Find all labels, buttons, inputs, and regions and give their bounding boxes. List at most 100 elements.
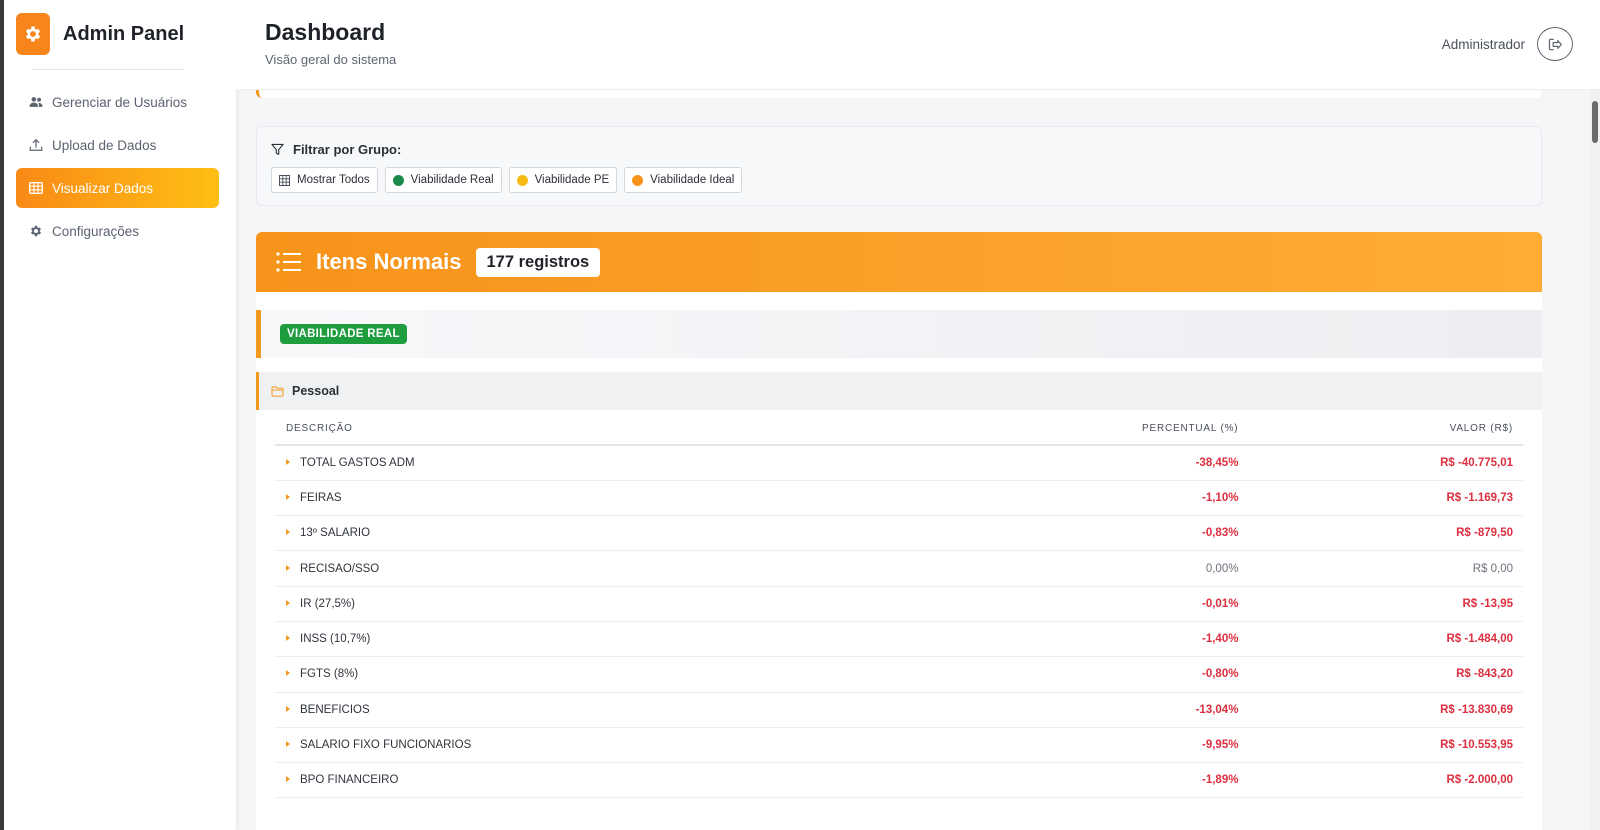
logout-button[interactable]	[1537, 27, 1573, 61]
row-value: R$ 0,00	[1248, 550, 1523, 587]
filter-viabilidade-ideal-button[interactable]: Viabilidade Ideal	[624, 167, 743, 193]
filter-viabilidade-pe-button[interactable]: Viabilidade PE	[508, 167, 618, 193]
column-header-percent[interactable]: PERCENTUAL (%)	[1036, 412, 1249, 446]
items-title: Itens Normais	[316, 249, 462, 274]
user-name: Administrador	[1441, 37, 1525, 52]
filter-viabilidade-real-button[interactable]: Viabilidade Real	[384, 167, 502, 193]
column-header-value[interactable]: VALOR (R$)	[1248, 412, 1523, 446]
row-description: IR (27,5%)	[300, 597, 355, 610]
table-row[interactable]: TOTAL GASTOS ADM -38,45% R$ -40.775,01	[275, 445, 1523, 481]
page-title: Dashboard	[265, 19, 386, 45]
users-icon	[28, 94, 44, 110]
grid-icon	[279, 174, 290, 186]
expand-arrow-icon[interactable]	[286, 493, 290, 500]
items-card: Itens Normais 177 registros VIABILIDADE …	[256, 232, 1542, 830]
filter-button-label: Viabilidade Ideal	[650, 174, 735, 186]
filter-button-label: Viabilidade PE	[534, 174, 610, 186]
row-description: FEIRAS	[300, 491, 342, 504]
brand: Admin Panel	[16, 13, 184, 55]
filter-button-label: Viabilidade Real	[410, 174, 494, 186]
expand-arrow-icon[interactable]	[286, 458, 290, 465]
group-header[interactable]: VIABILIDADE REAL	[256, 310, 1542, 358]
app-title: Admin Panel	[63, 22, 185, 45]
table-row[interactable]: FGTS (8%) -0,80% R$ -843,20	[275, 656, 1523, 693]
table-row[interactable]: SALARIO FIXO FUNCIONARIOS -9,95% R$ -10.55…	[275, 727, 1523, 764]
row-description: 13º SALARIO	[300, 527, 371, 540]
row-percent: -0,01%	[1036, 586, 1249, 622]
filter-card: Filtrar por Grupo: Mostrar Todos Viabili…	[256, 126, 1542, 206]
sidebar-item-label: Upload de Dados	[52, 137, 157, 153]
expand-arrow-icon[interactable]	[286, 776, 290, 783]
sidebar-item-users[interactable]: Gerenciar de Usuários	[16, 82, 219, 122]
row-value: R$ -10.553,95	[1248, 727, 1523, 764]
row-percent: 0,00%	[1036, 550, 1249, 587]
table-row[interactable]: BPO FINANCEIRO -1,89% R$ -2.000,00	[275, 762, 1523, 799]
expand-arrow-icon[interactable]	[286, 635, 290, 642]
expand-arrow-icon[interactable]	[286, 529, 290, 536]
row-percent: -38,45%	[1036, 445, 1249, 481]
table-row[interactable]: BENEFICIOS -13,04% R$ -13.830,69	[275, 692, 1523, 728]
filter-label: Filtrar por Grupo:	[271, 142, 401, 157]
sidebar-item-label: Configurações	[52, 223, 140, 239]
app-frame: Admin Panel Gerenciar de Usuários Upload…	[4, 0, 1600, 830]
green-dot-icon	[392, 174, 404, 186]
row-description-cell: RECISAO/SSO	[275, 550, 1037, 587]
filter-show-all-button[interactable]: Mostrar Todos	[271, 167, 378, 193]
row-percent: -13,04%	[1036, 692, 1249, 728]
column-header-description[interactable]: DESCRIÇÃO	[275, 412, 1037, 446]
filter-button-label: Mostrar Todos	[297, 174, 370, 186]
table-row[interactable]: RECISAO/SSO 0,00% R$ 0,00	[275, 550, 1523, 587]
sidebar: Admin Panel Gerenciar de Usuários Upload…	[4, 0, 236, 830]
page-scrollbar[interactable]	[1590, 90, 1600, 830]
row-description: RECISAO/SSO	[300, 562, 380, 575]
table-row[interactable]: 13º SALARIO -0,83% R$ -879,50	[275, 515, 1523, 552]
table-row[interactable]: FEIRAS -1,10% R$ -1.169,73	[275, 480, 1523, 517]
row-percent: -1,40%	[1036, 621, 1249, 658]
row-description-cell: FEIRAS	[275, 480, 1037, 517]
row-description-cell: BPO FINANCEIRO	[275, 762, 1037, 799]
items-header: Itens Normais 177 registros	[256, 232, 1542, 292]
expand-arrow-icon[interactable]	[286, 670, 290, 677]
folder-icon	[271, 385, 284, 397]
sidebar-item-visualize[interactable]: Visualizar Dados	[16, 168, 219, 208]
expand-arrow-icon[interactable]	[286, 740, 290, 747]
category-header[interactable]: Pessoal	[256, 372, 1542, 410]
category-name: Pessoal	[292, 384, 340, 398]
sidebar-item-upload[interactable]: Upload de Dados	[16, 125, 219, 165]
sidebar-item-settings[interactable]: Configurações	[16, 211, 219, 251]
expand-arrow-icon[interactable]	[286, 599, 290, 606]
row-description-cell: IR (27,5%)	[275, 586, 1037, 622]
table-row[interactable]: IR (27,5%) -0,01% R$ -13,95	[275, 586, 1523, 622]
upload-icon	[28, 137, 44, 153]
top-header: Dashboard Visão geral do sistema Adminis…	[236, 0, 1600, 90]
sidebar-nav: Gerenciar de Usuários Upload de Dados Vi…	[16, 82, 219, 254]
row-description: INSS (10,7%)	[300, 633, 371, 646]
row-percent: -0,80%	[1036, 656, 1249, 693]
sidebar-item-label: Gerenciar de Usuários	[52, 94, 188, 110]
row-description-cell: BENEFICIOS	[275, 692, 1037, 728]
expand-arrow-icon[interactable]	[286, 705, 290, 712]
expand-arrow-icon[interactable]	[286, 564, 290, 571]
row-description-cell: FGTS (8%)	[275, 656, 1037, 693]
row-value: R$ -13.830,69	[1248, 692, 1523, 728]
row-description-cell: TOTAL GASTOS ADM	[275, 445, 1037, 481]
filter-label-text: Filtrar por Grupo:	[293, 142, 402, 157]
scrollbar-thumb[interactable]	[1592, 101, 1598, 143]
table-row[interactable]: INSS (10,7%) -1,40% R$ -1.484,00	[275, 621, 1523, 658]
sidebar-item-label: Visualizar Dados	[52, 180, 154, 196]
row-description: BPO FINANCEIRO	[300, 774, 399, 787]
gear-logo-icon	[16, 13, 50, 55]
logout-icon	[1548, 38, 1563, 51]
row-description-cell: SALARIO FIXO FUNCIONARIOS	[275, 727, 1037, 764]
row-value: R$ -2.000,00	[1248, 762, 1523, 799]
main-content: Filtrar por Grupo: Mostrar Todos Viabili…	[236, 80, 1600, 830]
row-value: R$ -1.169,73	[1248, 480, 1523, 517]
row-percent: -0,83%	[1036, 515, 1249, 552]
filter-buttons: Mostrar Todos Viabilidade Real Viabilida…	[271, 167, 749, 193]
divider	[32, 69, 184, 70]
group-badge: VIABILIDADE REAL	[280, 324, 407, 344]
yellow-dot-icon	[516, 174, 528, 186]
row-value: R$ -1.484,00	[1248, 621, 1523, 658]
row-value: R$ -13,95	[1248, 586, 1523, 622]
row-description: TOTAL GASTOS ADM	[300, 456, 415, 469]
